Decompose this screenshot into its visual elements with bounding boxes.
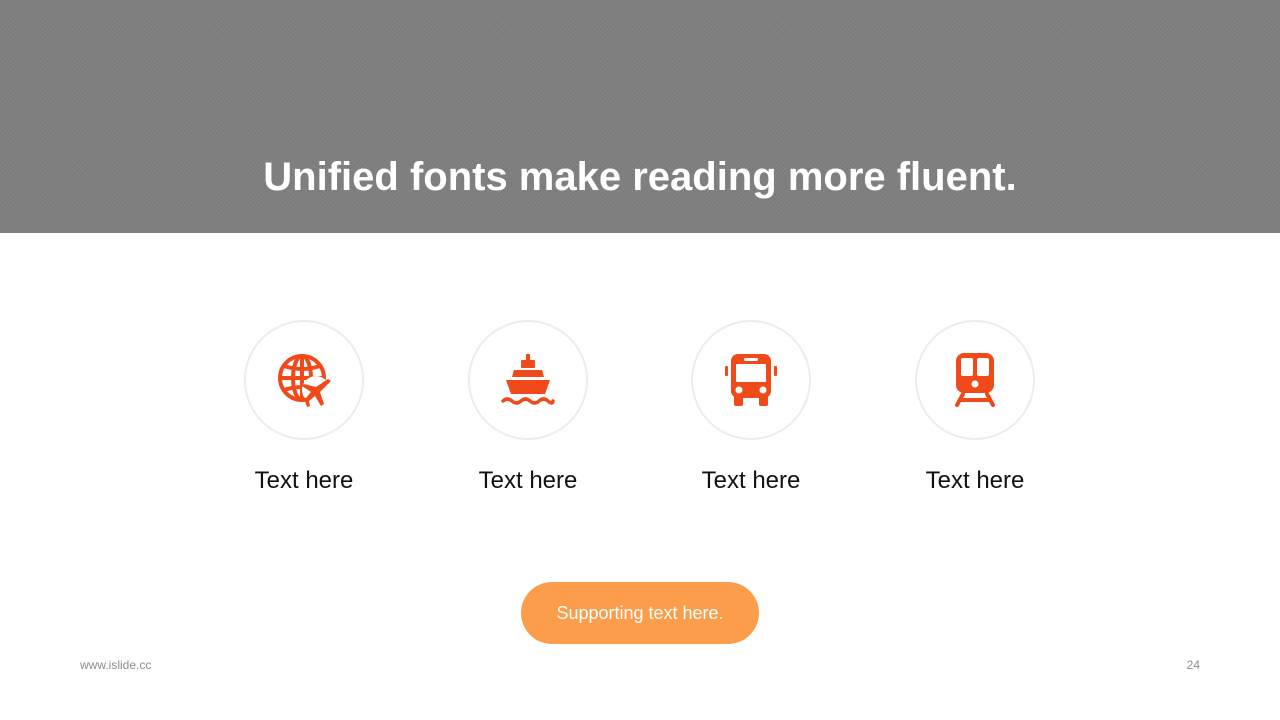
icon-circle <box>244 320 364 440</box>
item-label: Text here <box>254 467 354 494</box>
ship-icon <box>501 354 555 405</box>
icon-circle <box>915 320 1035 440</box>
icon-circle <box>468 320 588 440</box>
header-banner: Unified fonts make reading more fluent. <box>0 0 1280 233</box>
item-globe-plane: Text here <box>224 320 384 496</box>
page-number: 24 <box>1186 658 1200 672</box>
page-title: Unified fonts make reading more fluent. <box>263 155 1017 199</box>
item-label: Text here <box>701 467 801 494</box>
item-label: Text here <box>478 467 578 494</box>
train-icon <box>955 353 995 407</box>
icon-circle <box>691 320 811 440</box>
item-train: Text here <box>895 320 1055 496</box>
bus-icon <box>725 354 777 406</box>
item-ship: Text here <box>448 320 608 496</box>
footer-website: www.islide.cc <box>80 658 152 672</box>
transport-items: Text here Text here Text here Text here <box>0 320 1280 510</box>
globe-plane-icon <box>278 354 331 407</box>
slide: Unified fonts make reading more fluent. <box>0 0 1280 720</box>
item-bus: Text here <box>671 320 831 496</box>
supporting-text-button[interactable]: Supporting text here. <box>521 582 759 644</box>
item-label: Text here <box>925 467 1025 494</box>
